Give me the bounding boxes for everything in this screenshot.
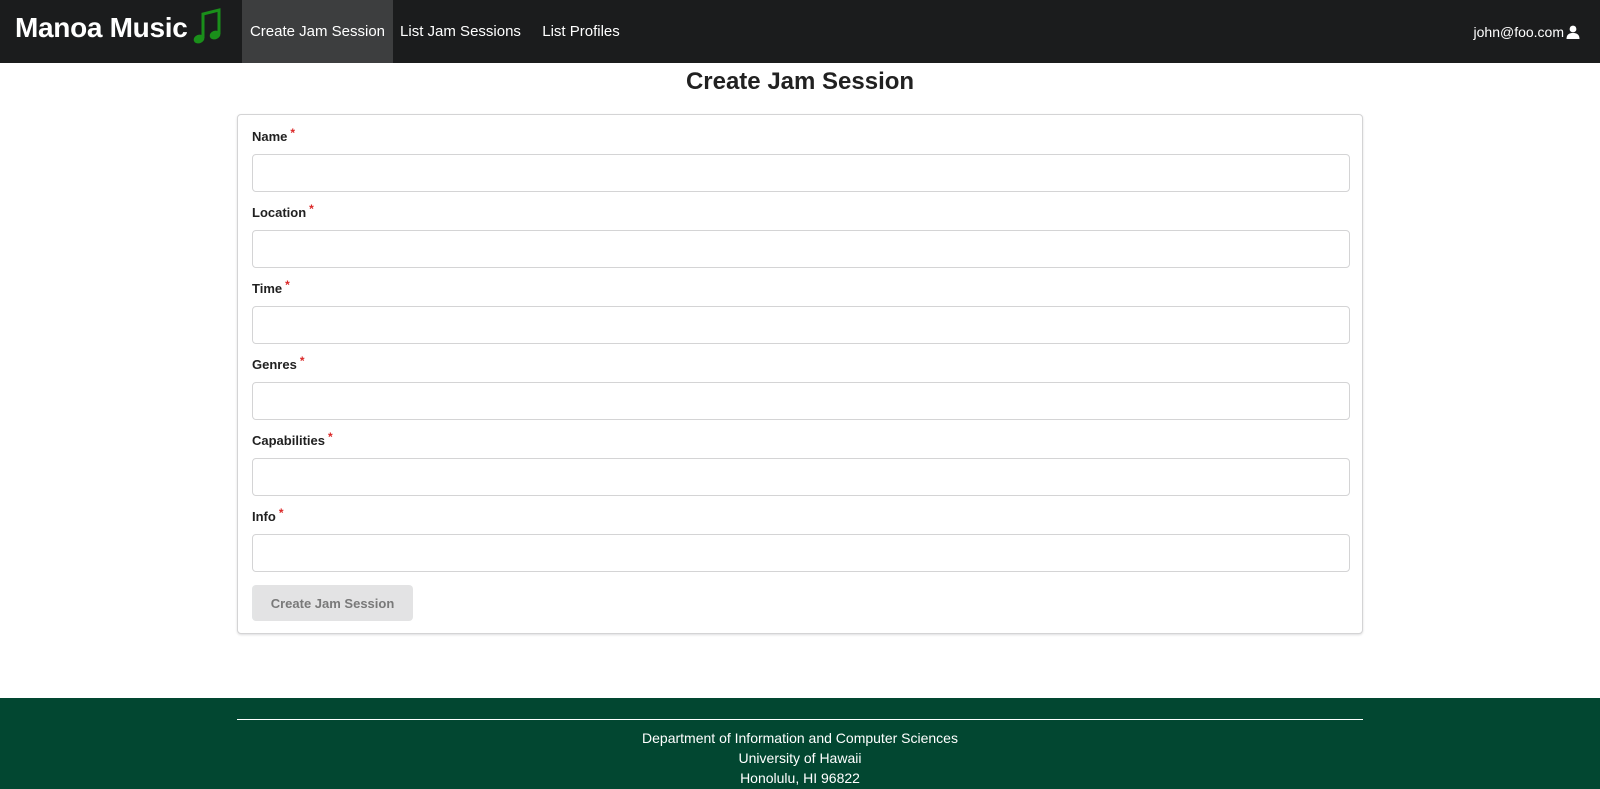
info-label: Info * — [252, 506, 284, 524]
footer-department: Department of Information and Computer S… — [642, 730, 958, 746]
music-note-icon — [193, 8, 221, 44]
create-jam-session-button[interactable]: Create Jam Session — [252, 585, 413, 621]
create-jam-session-form: Name * Location * Time * Genres * Capabiliti… — [237, 114, 1363, 634]
footer-university: University of Hawaii — [738, 750, 862, 766]
name-field: Name * — [252, 126, 1350, 192]
time-field: Time * — [252, 278, 1350, 344]
name-label: Name * — [252, 126, 296, 144]
required-marker: * — [285, 278, 290, 292]
footer-address: Honolulu, HI 96822 — [740, 770, 860, 786]
nav-item-label: List Jam Sessions — [400, 23, 521, 40]
info-input[interactable] — [252, 534, 1350, 572]
footer-divider — [237, 719, 1363, 720]
user-icon — [1566, 25, 1580, 39]
capabilities-input[interactable] — [252, 458, 1350, 496]
location-input[interactable] — [252, 230, 1350, 268]
required-marker: * — [327, 430, 333, 444]
genres-field: Genres * — [252, 354, 1350, 420]
page-title: Create Jam Session — [685, 68, 915, 95]
info-field: Info * — [252, 506, 1350, 572]
time-label: Time * — [252, 278, 290, 296]
capabilities-field: Capabilities * — [252, 430, 1350, 496]
genres-input[interactable] — [252, 382, 1350, 420]
location-field: Location * — [252, 202, 1350, 268]
nav-list-jam-sessions[interactable]: List Jam Sessions — [393, 0, 528, 63]
user-menu[interactable]: john@foo.com — [1474, 0, 1580, 63]
genres-label: Genres * — [252, 354, 305, 372]
required-marker: * — [299, 354, 305, 368]
required-marker: * — [278, 506, 284, 520]
time-input[interactable] — [252, 306, 1350, 344]
nav-item-label: List Profiles — [542, 23, 620, 40]
nav-list-profiles[interactable]: List Profiles — [528, 0, 634, 63]
user-email: john@foo.com — [1473, 23, 1564, 40]
capabilities-label: Capabilities * — [252, 430, 333, 448]
nav-item-label: Create Jam Session — [249, 23, 386, 40]
location-label: Location * — [252, 202, 314, 220]
brand-link[interactable]: Manoa Music — [15, 8, 224, 48]
nav-create-jam-session[interactable]: Create Jam Session — [242, 0, 393, 63]
brand-title: Manoa Music — [15, 12, 188, 43]
required-marker: * — [290, 126, 296, 140]
name-input[interactable] — [252, 154, 1350, 192]
required-marker: * — [309, 202, 314, 216]
top-navbar: Manoa Music Create Jam Session List Jam … — [0, 0, 1600, 63]
footer: Department of Information and Computer S… — [0, 698, 1600, 789]
